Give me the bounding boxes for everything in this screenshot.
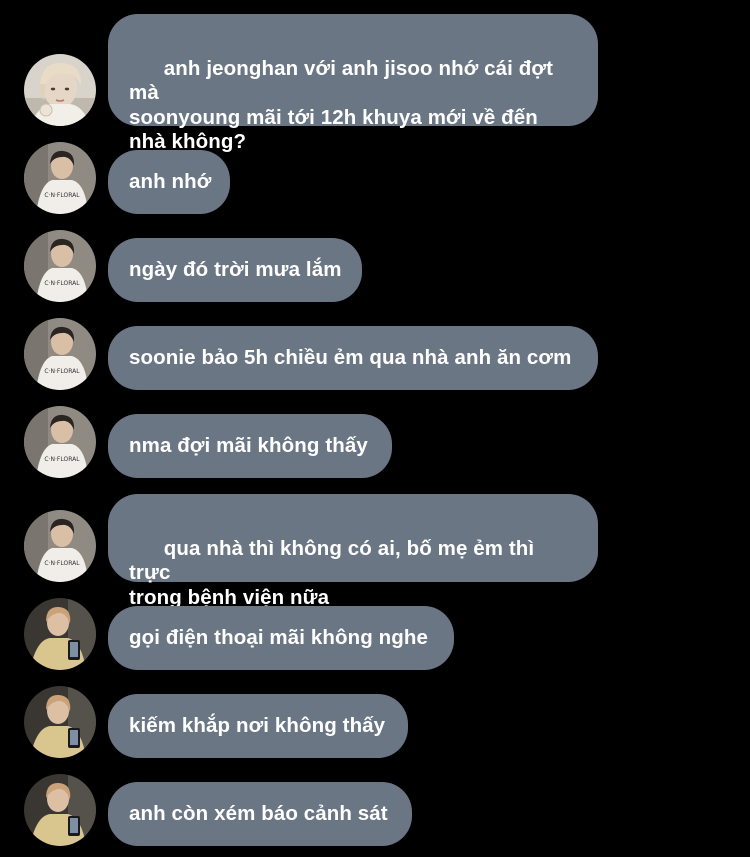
avatar-white-tee[interactable]: C·N·FLORAL [24,318,96,390]
avatar-blond-portrait[interactable] [24,54,96,126]
message-bubble[interactable]: anh jeonghan với anh jisoo nhớ cái đợt m… [108,14,598,153]
avatar-phone-selfie[interactable] [24,686,96,758]
message-text: gọi điện thoại mãi không nghe [129,626,429,649]
message-bubble[interactable]: ngày đó trời mưa lắm [108,238,362,302]
message-text: anh còn xém báo cảnh sát [129,802,388,825]
avatar-white-tee[interactable]: C·N·FLORAL [24,230,96,302]
message-bubble[interactable]: anh nhớ [108,150,230,214]
message-bubble[interactable]: gọi điện thoại mãi không nghe [108,606,454,670]
avatar-white-tee[interactable]: C·N·FLORAL [24,142,96,214]
svg-text:C·N·FLORAL: C·N·FLORAL [44,192,80,199]
message-text: soonie bảo 5h chiều ẻm qua nhà anh ăn cơ… [129,346,572,369]
message-bubble[interactable]: anh còn xém báo cảnh sát [108,782,412,846]
message-text: anh jeonghan với anh jisoo nhớ cái đợt m… [129,56,553,154]
avatar-white-tee[interactable]: C·N·FLORAL [24,510,96,582]
message-bubble[interactable]: nma đợi mãi không thấy [108,414,392,478]
message-text: qua nhà thì không có ai, bố mẹ ẻm thì tr… [129,536,535,609]
svg-text:C·N·FLORAL: C·N·FLORAL [44,456,80,463]
avatar-phone-selfie[interactable] [24,598,96,670]
chat-thread: anh jeonghan với anh jisoo nhớ cái đợt m… [0,0,750,857]
svg-text:C·N·FLORAL: C·N·FLORAL [44,280,80,287]
message-text: anh nhớ [129,170,212,193]
message-bubble[interactable]: qua nhà thì không có ai, bố mẹ ẻm thì tr… [108,494,598,609]
message-text: kiếm khắp nơi không thấy [129,714,386,737]
message-bubble[interactable]: soonie bảo 5h chiều ẻm qua nhà anh ăn cơ… [108,326,598,390]
svg-text:C·N·FLORAL: C·N·FLORAL [44,560,80,567]
message-text: ngày đó trời mưa lắm [129,258,342,281]
message-text: nma đợi mãi không thấy [129,434,368,457]
svg-text:C·N·FLORAL: C·N·FLORAL [44,368,80,375]
avatar-white-tee[interactable]: C·N·FLORAL [24,406,96,478]
avatar-phone-selfie[interactable] [24,774,96,846]
message-bubble[interactable]: kiếm khắp nơi không thấy [108,694,408,758]
